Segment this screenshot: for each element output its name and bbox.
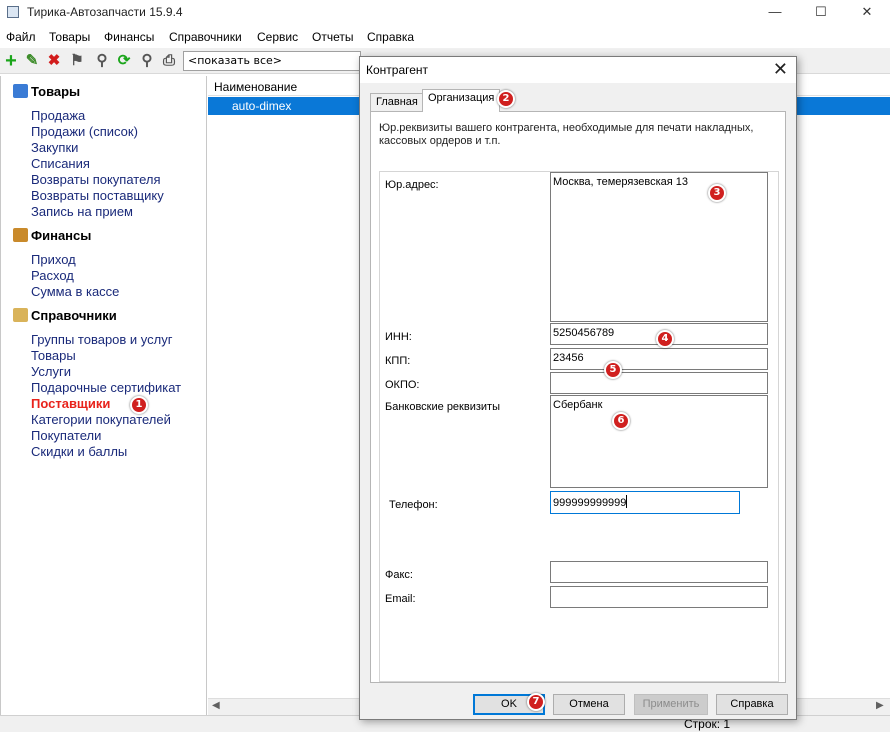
help-button[interactable]: Справка	[716, 694, 788, 715]
sidebar-item-expense[interactable]: Расход	[31, 268, 74, 283]
tab-main[interactable]: Главная	[370, 93, 424, 111]
legal-address-label: Юр.адрес:	[385, 179, 439, 191]
step-badge-3: 3	[708, 184, 726, 202]
step-badge-2: 2	[497, 90, 515, 108]
okpo-label: ОКПО:	[385, 379, 420, 391]
tab-organization[interactable]: Организация	[422, 89, 501, 112]
bank-details-field[interactable]: Сбербанк	[550, 395, 768, 488]
text-caret	[626, 495, 628, 508]
email-label: Email:	[385, 593, 416, 605]
step-badge-6: 6	[612, 412, 630, 430]
link-icon[interactable]: ⚲	[93, 52, 111, 70]
search-icon[interactable]: ⚲	[138, 52, 156, 70]
row-name-cell: auto-dimex	[232, 99, 292, 113]
sidebar-item-customer-returns[interactable]: Возвраты покупателя	[31, 172, 161, 187]
phone-label: Телефон:	[389, 499, 438, 511]
fax-label: Факс:	[385, 569, 413, 581]
menu-service[interactable]: Сервис	[257, 30, 298, 44]
cancel-button[interactable]: Отмена	[553, 694, 625, 715]
wallet-icon	[13, 228, 28, 242]
sidebar-item-appointments[interactable]: Запись на прием	[31, 204, 133, 219]
sidebar-item-suppliers[interactable]: Поставщики	[31, 396, 110, 411]
minimize-button[interactable]: —	[752, 0, 798, 26]
sidebar-item-groups[interactable]: Группы товаров и услуг	[31, 332, 173, 347]
delete-icon[interactable]: ✖	[45, 52, 63, 70]
menu-finance[interactable]: Финансы	[104, 30, 154, 44]
step-badge-5: 5	[604, 361, 622, 379]
section-references[interactable]: Справочники	[13, 308, 117, 323]
scroll-right-icon[interactable]: ▶	[876, 700, 884, 711]
app-icon	[7, 6, 19, 18]
sidebar-item-customer-categories[interactable]: Категории покупателей	[31, 412, 171, 427]
print-icon[interactable]: ⎙	[160, 52, 178, 70]
section-goods[interactable]: Товары	[13, 84, 80, 99]
menu-help[interactable]: Справка	[367, 30, 414, 44]
column-name-header[interactable]: Наименование	[214, 80, 297, 94]
refresh-icon[interactable]: ⟳	[115, 52, 133, 70]
scroll-left-icon[interactable]: ◀	[212, 700, 220, 711]
fields-group: Юр.адрес: Москва, темерязевская 13 ИНН: …	[379, 171, 779, 682]
email-field[interactable]	[550, 586, 768, 608]
apply-button: Применить	[634, 694, 708, 715]
menu-file[interactable]: Файл	[6, 30, 36, 44]
dialog-titlebar: Контрагент ✕	[360, 57, 796, 83]
edit-pencil-icon[interactable]: ✎	[23, 52, 41, 70]
legal-address-field[interactable]: Москва, темерязевская 13	[550, 172, 768, 322]
sidebar-item-cash[interactable]: Сумма в кассе	[31, 284, 119, 299]
bank-details-label: Банковские реквизиты	[385, 401, 500, 413]
sidebar-item-income[interactable]: Приход	[31, 252, 76, 267]
dialog-title: Контрагент	[366, 63, 429, 77]
dialog-close-icon[interactable]: ✕	[773, 59, 788, 79]
phone-field[interactable]: 999999999999	[550, 491, 740, 514]
okpo-field[interactable]	[550, 372, 768, 394]
phone-value: 999999999999	[553, 497, 627, 509]
section-finance[interactable]: Финансы	[13, 228, 91, 243]
step-badge-1: 1	[130, 396, 148, 414]
box-icon	[13, 84, 28, 98]
counterparty-dialog: Контрагент ✕ Главная Организация Юр.рекв…	[359, 56, 797, 720]
filter-select[interactable]: <показать все>	[183, 51, 361, 71]
menu-references[interactable]: Справочники	[169, 30, 242, 44]
organization-description: Юр.реквизиты вашего контрагента, необход…	[379, 122, 754, 147]
sidebar-item-sale[interactable]: Продажа	[31, 108, 85, 123]
sidebar-item-purchases[interactable]: Закупки	[31, 140, 78, 155]
close-window-button[interactable]: ✕	[844, 0, 890, 26]
inn-label: ИНН:	[385, 331, 412, 343]
add-icon[interactable]: +	[2, 51, 20, 71]
step-badge-7: 7	[527, 693, 545, 711]
menu-reports[interactable]: Отчеты	[312, 30, 353, 44]
fax-field[interactable]	[550, 561, 768, 583]
window-titlebar: Тирика-Автозапчасти 15.9.4 — ☐ ✕	[0, 0, 890, 26]
sidebar-item-supplier-returns[interactable]: Возвраты поставщику	[31, 188, 164, 203]
sidebar: Товары Продажа Продажи (список) Закупки …	[0, 76, 207, 732]
sidebar-item-goods[interactable]: Товары	[31, 348, 76, 363]
sidebar-item-discounts[interactable]: Скидки и баллы	[31, 444, 127, 459]
books-icon	[13, 308, 28, 322]
menu-goods[interactable]: Товары	[49, 30, 90, 44]
sidebar-item-services[interactable]: Услуги	[31, 364, 71, 379]
maximize-button[interactable]: ☐	[798, 0, 844, 26]
sidebar-item-writeoffs[interactable]: Списания	[31, 156, 90, 171]
sidebar-item-sales-list[interactable]: Продажи (список)	[31, 124, 138, 139]
flag-icon[interactable]: ⚑	[68, 52, 86, 70]
kpp-label: КПП:	[385, 355, 411, 367]
sidebar-item-customers[interactable]: Покупатели	[31, 428, 101, 443]
menubar: Файл Товары Финансы Справочники Сервис О…	[0, 27, 890, 47]
step-badge-4: 4	[656, 330, 674, 348]
kpp-field[interactable]: 23456	[550, 348, 768, 370]
sidebar-item-gift-cards[interactable]: Подарочные сертификат	[31, 380, 181, 395]
window-title: Тирика-Автозапчасти 15.9.4	[27, 5, 183, 19]
